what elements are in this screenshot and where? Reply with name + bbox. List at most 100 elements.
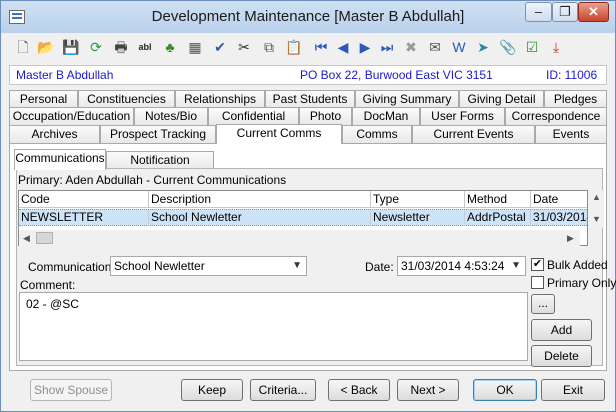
tab-comms[interactable]: Comms [342,125,412,143]
chevron-down-icon[interactable]: ▼ [292,257,302,275]
approve-icon[interactable]: ☑ [522,37,542,57]
column-header-date[interactable]: Date [531,191,587,208]
tab-occupation-education[interactable]: Occupation/Education [9,107,134,125]
tab-giving-detail[interactable]: Giving Detail [459,90,544,108]
clipboard-icon[interactable]: 📎 [498,37,518,57]
next-button[interactable]: Next > [397,379,459,401]
current-comms-panel: Communications Notification Methods Prim… [9,143,616,371]
tab-relationships[interactable]: Relationships [175,90,265,108]
add-button[interactable]: Add [531,319,592,341]
new-document-icon[interactable]: 🗋 [13,37,33,57]
paste-icon[interactable]: 📋 [284,37,304,57]
check-icon: ✔ [532,258,543,270]
column-header-type[interactable]: Type [371,191,465,208]
tab-archives[interactable]: Archives [9,125,100,143]
communication-select[interactable]: School Newletter ▼ [110,256,307,276]
cell-date: 31/03/2014 [533,210,587,224]
print-icon[interactable]: 🖶 [111,37,131,57]
tab-photo[interactable]: Photo [299,107,352,125]
chevron-down-icon[interactable]: ▼ [511,257,521,275]
ellipsis-button[interactable]: ... [531,294,555,314]
open-folder-icon[interactable]: 📂 [36,37,56,57]
first-record-icon[interactable]: ⏮ [311,37,331,57]
previous-record-icon[interactable]: ◀ [333,37,353,57]
cell-method: AddrPostal [465,210,531,226]
grid-horizontal-scrollbar[interactable]: ◀ ▶ [18,230,580,246]
column-header-method[interactable]: Method [465,191,531,208]
table-row[interactable]: NEWSLETTER School Newletter Newsletter A… [19,209,587,226]
bulk-added-label: Bulk Added [547,258,608,272]
date-value: 31/03/2014 4:53:24 [401,259,505,273]
record-name: Master B Abdullah [16,68,114,82]
ok-button[interactable]: OK [473,379,537,401]
tab-user-forms[interactable]: User Forms [420,107,505,125]
tab-current-comms[interactable]: Current Comms [216,124,342,144]
delete-icon[interactable]: ✖ [401,37,421,57]
label-icon[interactable]: abl [135,37,155,57]
copy-icon[interactable]: ⧉ [259,37,279,57]
back-button[interactable]: < Back [328,379,390,401]
communication-value: School Newletter [114,259,205,273]
column-header-description[interactable]: Description [149,191,371,208]
scroll-thumb[interactable] [36,232,53,244]
date-label: Date: [365,260,394,274]
communication-label: Communication: [28,260,115,274]
column-header-code[interactable]: Code [19,191,149,208]
primary-only-checkbox[interactable] [531,276,544,289]
minimize-button[interactable]: – [525,2,552,22]
tab-events[interactable]: Events [535,125,607,143]
scroll-down-icon[interactable]: ▼ [592,214,601,224]
tab-current-events[interactable]: Current Events [412,125,535,143]
tab-constituencies[interactable]: Constituencies [78,90,175,108]
comment-text: 02 - @SC [26,297,79,311]
close-button[interactable]: ✕ [578,2,609,22]
criteria-button[interactable]: Criteria... [250,379,316,401]
calculator-icon[interactable]: ▦ [185,37,205,57]
download-icon[interactable]: ⤓ [546,37,566,57]
record-address: PO Box 22, Burwood East VIC 3151 [300,68,493,82]
tab-confidential[interactable]: Confidential [208,107,299,125]
tab-past-students[interactable]: Past Students [265,90,355,108]
tab-personal[interactable]: Personal [9,90,78,108]
development-maintenance-window: Development Maintenance [Master B Abdull… [0,0,616,412]
communications-subpanel: Primary: Aden Abdullah - Current Communi… [16,168,616,367]
comment-field[interactable]: 02 - @SC [19,292,528,361]
tab-pledges[interactable]: Pledges [544,90,607,108]
cell-description: School Newletter [149,210,371,226]
spell-check-icon[interactable]: ✔ [210,37,230,57]
word-document-icon[interactable]: W [449,37,469,57]
tab-notes-bio[interactable]: Notes/Bio [134,107,208,125]
record-id: ID: 11006 [546,68,598,82]
primary-only-label: Primary Only [547,276,616,290]
grid-vertical-scrollbar[interactable]: ▲ ▼ [588,190,604,228]
tab-docman[interactable]: DocMan [352,107,420,125]
save-icon[interactable]: 💾 [61,37,81,57]
maximize-button[interactable]: ❐ [552,2,578,22]
comment-label: Comment: [20,278,76,292]
tab-giving-summary[interactable]: Giving Summary [355,90,459,108]
title-bar[interactable]: Development Maintenance [Master B Abdull… [1,1,615,33]
cell-type: Newsletter [371,210,465,226]
cut-icon[interactable]: ✂ [234,37,254,57]
show-spouse-button[interactable]: Show Spouse [30,379,112,401]
family-tree-icon[interactable]: ♣ [160,37,180,57]
window-title: Development Maintenance [Master B Abdull… [151,8,465,25]
delete-button[interactable]: Delete [531,345,592,367]
subtab-communications[interactable]: Communications [14,149,106,170]
tab-correspondence[interactable]: Correspondence [505,107,607,125]
bulk-added-checkbox[interactable]: ✔ [531,258,544,271]
scroll-left-icon[interactable]: ◀ [23,233,30,244]
record-header: Master B Abdullah PO Box 22, Burwood Eas… [9,65,607,85]
refresh-icon[interactable]: ⟳ [86,37,106,57]
date-picker[interactable]: 31/03/2014 4:53:24 ▼ [397,256,526,276]
send-icon[interactable]: ➤ [473,37,493,57]
exit-button[interactable]: Exit [541,379,605,401]
last-record-icon[interactable]: ⏭ [377,37,397,57]
next-record-icon[interactable]: ▶ [355,37,375,57]
keep-button[interactable]: Keep [181,379,243,401]
toolbar: 🗋 📂 💾 ⟳ 🖶 abl ♣ ▦ ✔ ✂ ⧉ 📋 ⏮ ◀ ▶ ⏭ ✖ ✉ W ➤ 📎 ☑ ⤓ [5,35,611,59]
tab-prospect-tracking[interactable]: Prospect Tracking [100,125,216,143]
scroll-up-icon[interactable]: ▲ [592,192,601,202]
scroll-right-icon[interactable]: ▶ [567,233,574,244]
envelope-icon[interactable]: ✉ [425,37,445,57]
